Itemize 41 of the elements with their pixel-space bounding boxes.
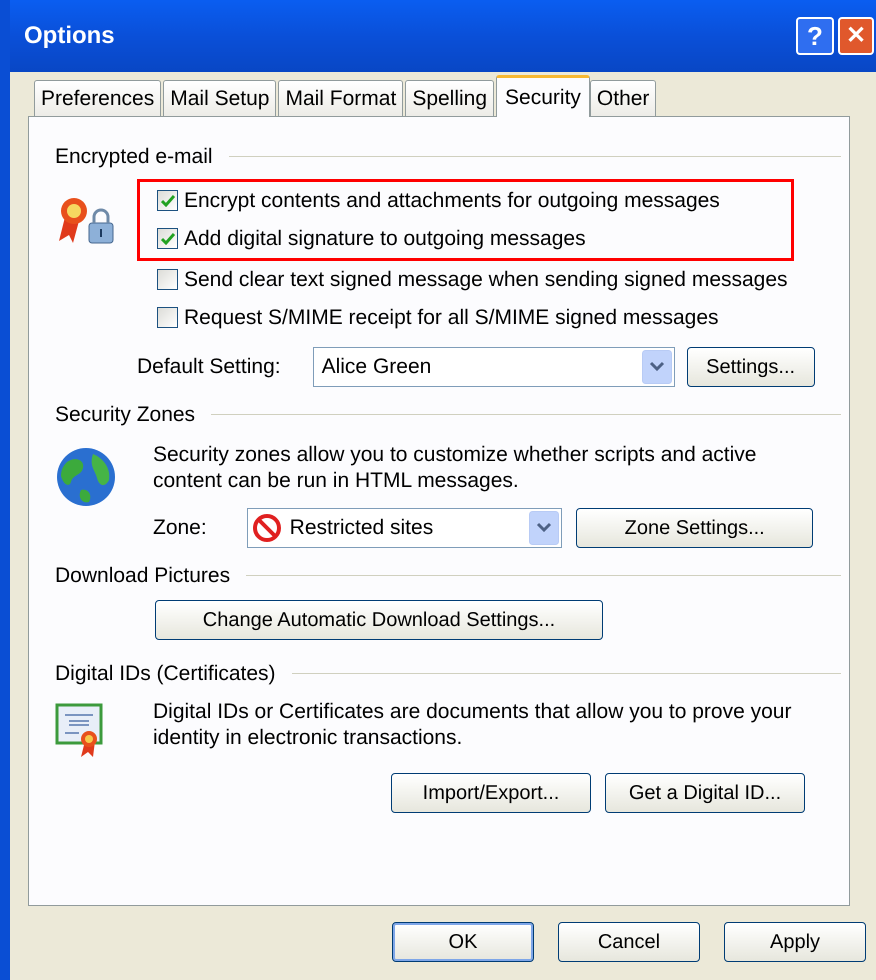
dialog-button[interactable]: OK xyxy=(392,922,534,962)
tab[interactable]: Spelling xyxy=(405,80,494,116)
tab[interactable]: Other xyxy=(590,80,656,116)
checkmark-icon xyxy=(160,232,174,244)
tab[interactable]: Security xyxy=(496,75,590,117)
field-label: Default Setting: xyxy=(137,354,281,380)
prohibited-icon xyxy=(252,513,282,543)
dropdown-value: Restricted sites xyxy=(288,515,434,542)
checkbox-label: Request S/MIME receipt for all S/MIME signed messages xyxy=(184,304,719,331)
checkmark-icon xyxy=(160,194,174,206)
tab[interactable]: Mail Setup xyxy=(163,80,276,116)
section-heading: Security Zones xyxy=(55,402,196,428)
digital-id-button[interactable]: Import/Export... xyxy=(391,773,591,813)
tab[interactable]: Preferences xyxy=(34,80,162,116)
download-settings-button[interactable]: Change Automatic Download Settings... xyxy=(155,600,603,640)
close-button[interactable]: ✕ xyxy=(838,17,874,55)
checkbox[interactable] xyxy=(157,228,178,249)
zones-description: Security zones allow you to customize whether scripts and active content can be run in HTML messages. xyxy=(153,442,758,494)
section-heading: Encrypted e-mail xyxy=(55,144,213,170)
settings-button[interactable]: Settings... xyxy=(686,346,815,386)
dialog-button[interactable]: Apply xyxy=(724,922,866,962)
dropdown-value: Alice Green xyxy=(320,354,432,380)
tab[interactable]: Mail Format xyxy=(278,80,404,116)
checkbox-label: Add digital signature to outgoing messages xyxy=(184,226,586,252)
checkbox-label: Send clear text signed message when sending signed messages xyxy=(184,266,788,293)
zone-settings-button[interactable]: Zone Settings... xyxy=(576,508,813,548)
digital-id-button[interactable]: Get a Digital ID... xyxy=(605,773,805,813)
checkbox-label: Encrypt contents and attachments for outgoing messages xyxy=(184,188,720,214)
section-heading: Digital IDs (Certificates) xyxy=(55,660,276,686)
section-heading: Download Pictures xyxy=(55,563,230,589)
checkbox[interactable] xyxy=(157,269,178,290)
digital-ids-description: Digital IDs or Certificates are documents that allow you to prove your identity in electronic transactions. xyxy=(153,699,792,751)
dropdown-field[interactable]: Alice Green xyxy=(312,346,675,386)
dialog-button[interactable]: Cancel xyxy=(558,922,700,962)
checkbox[interactable] xyxy=(157,307,178,328)
help-button[interactable]: ? xyxy=(796,17,834,55)
checkbox[interactable] xyxy=(157,190,178,211)
dropdown-field[interactable]: Restricted sites xyxy=(246,508,562,548)
globe-icon xyxy=(55,446,117,508)
window-title: Options xyxy=(24,21,116,51)
field-label: Zone: xyxy=(153,515,208,542)
